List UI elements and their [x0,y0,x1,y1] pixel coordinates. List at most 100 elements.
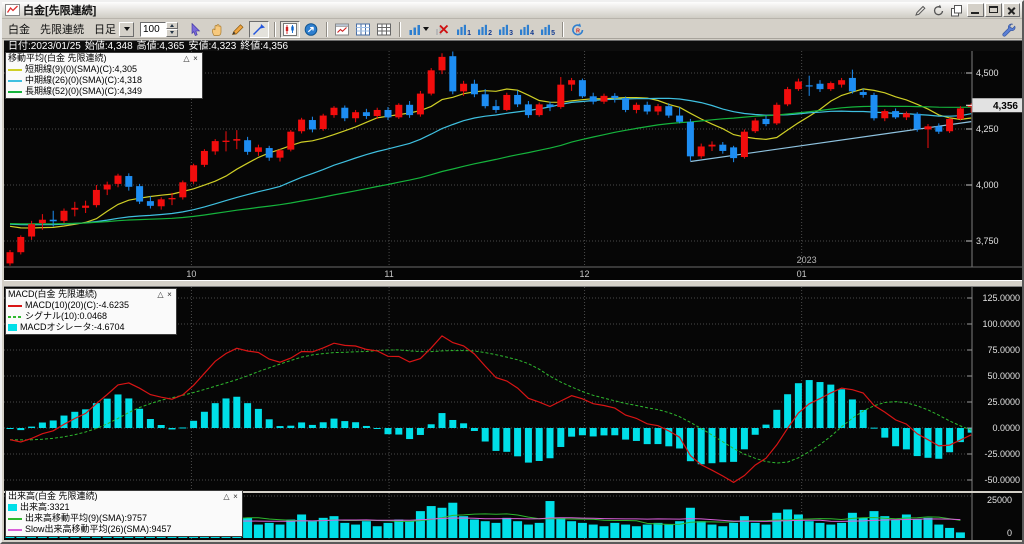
add-indicator-dropdown-button[interactable] [405,20,431,38]
macd-signal-label: シグナル(10):0.0468 [25,311,108,321]
bars-count-spinner [140,21,178,37]
svg-text:11: 11 [384,269,393,279]
volume-axis: 25000 0 [971,493,1022,540]
ma-mid-swatch [8,79,22,82]
new-chart-window-button[interactable] [332,20,352,38]
macd-legend: MACD(白金 先限連続) △ × MACD(10)(20)(C):-4.6235… [5,288,177,335]
macd-axis: 125.0000 100.0000 75.0000 50.0000 25.0000 0.0… [967,287,1022,491]
svg-text:R: R [576,28,580,34]
preset-number-badge: 2 [488,29,492,37]
info-open: 始値:4,348 [84,41,133,52]
ma-legend-collapse-button[interactable]: △ [182,53,191,64]
ma-mid-label: 中期線(26)(0)(SMA)(C):4,318 [25,75,143,85]
app-window: 白金[先限連続] 白金 先限連続 日足 12345R [0,0,1024,544]
trend-arrow-icon [252,23,265,35]
remove-indicator-button[interactable] [432,20,452,38]
svg-text:0.0000: 0.0000 [992,423,1020,433]
info-high: 高値:4,365 [136,41,185,52]
trendline-tool-button[interactable] [249,20,269,38]
chart-preset-1-button[interactable]: 1 [453,20,473,38]
chart-preset-5-button[interactable]: 5 [537,20,557,38]
volume-legend-collapse-button[interactable]: △ [222,491,231,502]
window-title: 白金[先限連続] [23,5,97,17]
toolbar-separator [399,21,401,37]
ohlc-info-bar: 日付:2023/01/25 始値:4,348 高値:4,365 安値:4,323… [4,40,1022,52]
ma-short-label: 短期線(9)(0)(SMA)(C):4,305 [25,64,138,74]
volume-swatch [8,504,17,511]
info-close: 終値:4,356 [240,41,289,52]
toolbar-separator [274,21,276,37]
annotate-icon[interactable] [912,3,928,17]
rotate-icon[interactable] [930,3,946,17]
panel-splitter-1[interactable] [4,280,1022,287]
volume-legend: 出来高(白金 先限連続) △ × 出来高:3321 出来高移動平均(9)(SMA)… [5,490,243,537]
period-dropdown-button[interactable] [119,21,134,37]
svg-text:4,000: 4,000 [976,180,999,190]
volume-legend-close-button[interactable]: × [231,491,240,502]
toolbar-separator [562,21,564,37]
copy-icon[interactable] [948,3,964,17]
svg-text:2023: 2023 [797,255,817,265]
candle-chart-icon [283,22,297,36]
volume-ma26-label: Slow出来高移動平均(26)(SMA):9457 [25,524,172,534]
svg-text:4,356: 4,356 [993,101,1018,112]
candle-chart-mode-button[interactable] [280,20,300,38]
ma-short-swatch [8,68,22,71]
chart-preset-4-button[interactable]: 4 [516,20,536,38]
spin-down-icon [170,31,174,35]
volume-legend-title: 出来高(白金 先限連続) [8,491,98,501]
settings-wrench-icon[interactable] [1001,22,1016,37]
ma-legend-close-button[interactable]: × [191,53,200,64]
maximize-button[interactable] [985,3,1002,17]
cursor-tool-button[interactable] [186,20,206,38]
pencil-draw-tool-button[interactable] [228,20,248,38]
reload-chart-button[interactable]: R [568,20,588,38]
window-bottom-strip [4,540,1022,542]
svg-text:01: 01 [797,269,807,279]
ma-legend-title: 移動平均(白金 先限連続) [8,53,107,63]
titlebar[interactable]: 白金[先限連続] [2,2,1022,19]
ma-long-label: 長期線(52)(0)(SMA)(C):4,349 [25,86,143,96]
volume-ma26-swatch [8,528,22,531]
svg-text:25.0000: 25.0000 [987,397,1020,407]
maximize-icon [989,6,998,13]
svg-text:0: 0 [1007,528,1012,538]
hand-pan-tool-button[interactable] [207,20,227,38]
chevron-down-icon [123,27,130,31]
svg-text:75.0000: 75.0000 [987,345,1020,355]
toolbar: 白金 先限連続 日足 1 2 3 4 5 R [2,20,1022,39]
macd-legend-title: MACD(白金 先限連続) [8,289,97,299]
macd-line-label: MACD(10)(20)(C):-4.6235 [25,300,130,310]
spin-down-button[interactable] [166,29,178,37]
chart-preset-3-button[interactable]: 3 [495,20,515,38]
svg-text:50.0000: 50.0000 [987,371,1020,381]
preset-number-badge: 1 [467,29,471,37]
year-label: 2023 [797,255,817,265]
bars-count-input[interactable] [140,21,166,37]
volume-ma9-swatch [8,517,22,520]
cursor-icon [191,22,201,36]
navigate-tool-button[interactable] [301,20,321,38]
spin-up-button[interactable] [166,21,178,29]
tool-icons-group: 1 2 3 4 5 R [186,20,589,38]
macd-legend-close-button[interactable]: × [165,289,174,300]
table-columns-icon [356,23,370,35]
refresh-icon: R [572,22,584,35]
table-grid-icon [377,23,391,35]
chart-preset-2-button[interactable]: 2 [474,20,494,38]
close-button[interactable] [1003,3,1020,17]
symbol-label: 白金 [8,24,30,36]
preset-number-badge: 5 [551,29,555,37]
svg-text:25000: 25000 [987,495,1012,505]
chart-x-icon [436,24,449,35]
period-label: 日足 [94,24,116,36]
volume-value-label: 出来高:3321 [20,502,70,512]
toolbar-separator [326,21,328,37]
layout-grid-button[interactable] [374,20,394,38]
layout-columns-button[interactable] [353,20,373,38]
minimize-button[interactable] [967,3,984,17]
chart-window-icon [335,23,349,35]
macd-legend-collapse-button[interactable]: △ [156,289,165,300]
x-axis-strip: 10 11 12 01 [4,266,1022,280]
hand-icon [212,23,222,36]
